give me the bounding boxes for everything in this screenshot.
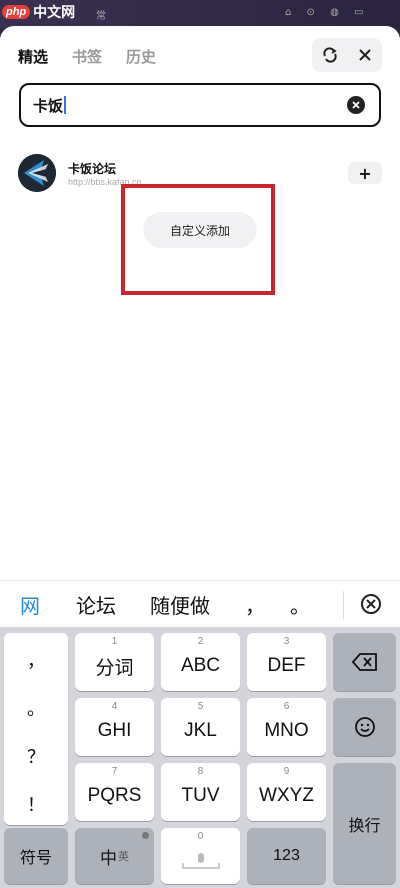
enter-key[interactable]: 换行 — [333, 763, 396, 884]
punctuation-column: ， 。 ？ ！ — [4, 633, 68, 825]
candidate-item[interactable]: 网 — [20, 590, 40, 619]
backspace-icon — [351, 653, 377, 671]
status-bar: php 中文网 常 ⌂ ⊙ ◍ ▭ — [0, 0, 400, 28]
tab-history[interactable]: 历史 — [126, 46, 156, 67]
add-bookmark-button[interactable]: + — [348, 162, 382, 184]
punct-key[interactable]: ， — [4, 647, 68, 673]
status-glyph-left: 常 — [96, 11, 106, 22]
close-icon[interactable] — [353, 43, 377, 67]
watermark-title: 中文网 — [33, 5, 76, 21]
punct-key[interactable]: 。 — [4, 695, 68, 721]
symbols-key[interactable]: 符号 — [4, 828, 68, 884]
numbers-key[interactable]: 123 — [247, 828, 326, 884]
watermark: php 中文网 — [2, 2, 75, 22]
ime-candidate-bar: 网 论坛 随便做 ， 。 — [0, 580, 400, 628]
search-value: 卡饭 — [33, 96, 64, 115]
status-icons: ⌂ ⊙ ◍ ▭ — [285, 7, 370, 18]
key-7[interactable]: 7 PQRS — [75, 763, 154, 821]
lang-primary: 中 — [100, 848, 117, 868]
space-key[interactable]: 0 — [161, 828, 240, 884]
result-title: 卡饭论坛 — [68, 162, 117, 176]
key-3[interactable]: 3 DEF — [247, 633, 326, 691]
key-4[interactable]: 4 GHI — [75, 698, 154, 756]
lang-secondary: 英 — [118, 851, 129, 863]
key-8[interactable]: 8 TUV — [161, 763, 240, 821]
candidate-item[interactable]: 随便做 — [150, 590, 210, 619]
tab-featured[interactable]: 精选 — [18, 46, 48, 67]
candidate-item[interactable]: 论坛 — [76, 590, 116, 619]
candidate-item[interactable]: ， — [245, 590, 265, 619]
globe-icon — [142, 832, 149, 839]
key-6[interactable]: 6 MNO — [247, 698, 326, 756]
clear-icon[interactable] — [347, 96, 365, 114]
emoji-key[interactable] — [333, 698, 396, 756]
sync-icon[interactable] — [318, 43, 342, 67]
candidate-divider — [343, 591, 344, 619]
tab-bar: 精选 书签 历史 — [18, 46, 156, 67]
language-switch-key[interactable]: 中英 — [75, 828, 154, 884]
site-logo-icon — [18, 154, 56, 192]
ime-keyboard: ， 。 ？ ！ 1 分词 2 ABC 3 DEF 4 GHI 5 JKL 6 MNO 7 PQ… — [0, 627, 400, 888]
search-input[interactable]: 卡饭 — [19, 83, 381, 127]
emoji-icon — [354, 717, 375, 737]
key-5[interactable]: 5 JKL — [161, 698, 240, 756]
text-caret — [64, 96, 67, 114]
punct-key[interactable]: ？ — [4, 743, 68, 769]
key-9[interactable]: 9 WXYZ — [247, 763, 326, 821]
key-2[interactable]: 2 ABC — [161, 633, 240, 691]
microphone-icon — [181, 853, 220, 869]
highlight-box — [121, 184, 275, 295]
punct-key[interactable]: ！ — [4, 791, 68, 817]
backspace-key[interactable] — [333, 633, 396, 691]
tab-bookmarks[interactable]: 书签 — [72, 46, 102, 67]
candidate-item[interactable]: 。 — [290, 590, 310, 619]
sheet-tools — [312, 38, 382, 72]
key-1[interactable]: 1 分词 — [75, 633, 154, 691]
watermark-logo: php — [2, 5, 31, 19]
collapse-keyboard-icon[interactable] — [360, 593, 382, 615]
